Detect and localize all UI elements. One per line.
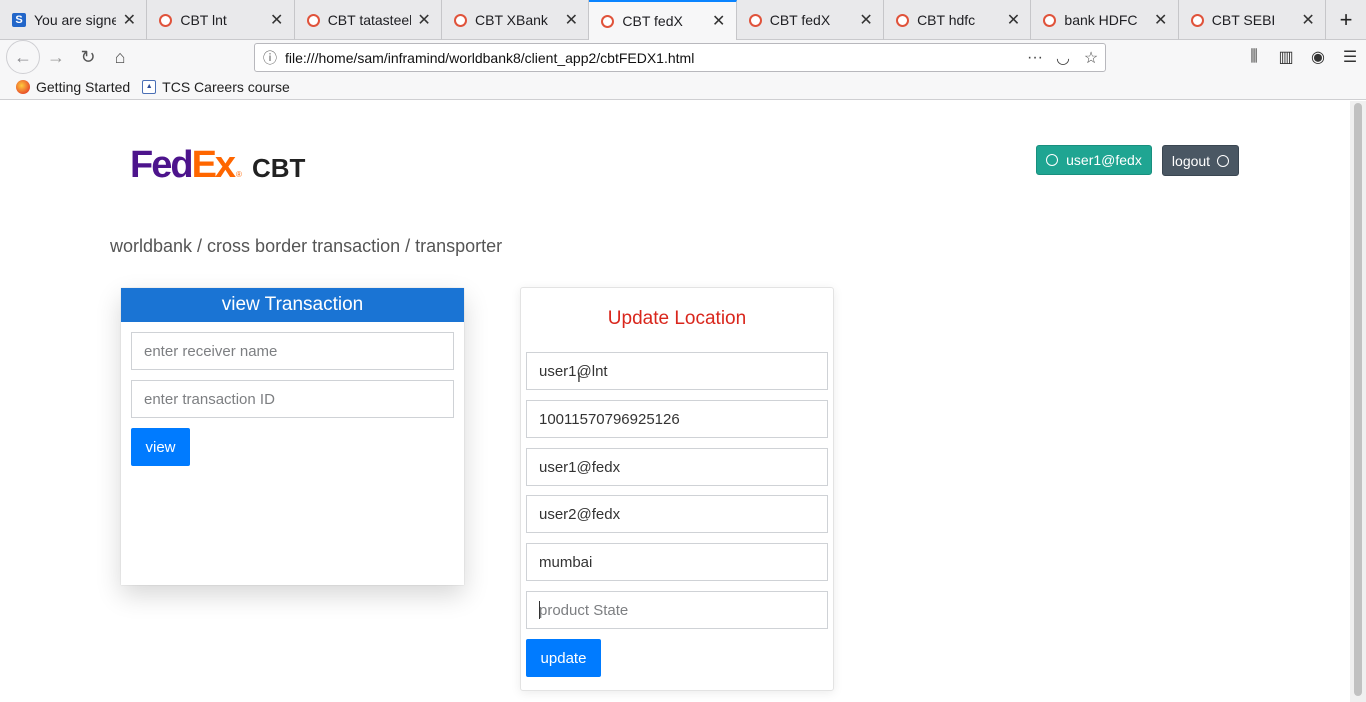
toolbar-right: ⫼ ▥ ◉ ☰ bbox=[1238, 40, 1366, 74]
tab-cbt-lnt[interactable]: CBT lnt ✕ bbox=[147, 0, 295, 40]
red-ring-favicon-icon bbox=[454, 13, 468, 27]
close-icon[interactable]: ✕ bbox=[268, 10, 286, 30]
pocket-icon[interactable]: ◡ bbox=[1049, 48, 1077, 68]
update-button[interactable]: update bbox=[526, 639, 601, 677]
logout-button[interactable]: logout bbox=[1162, 145, 1239, 176]
bookmark-label: TCS Careers course bbox=[162, 78, 290, 95]
tab-signed-in[interactable]: S You are signed ✕ bbox=[0, 0, 148, 40]
close-icon[interactable]: ✕ bbox=[1004, 10, 1022, 30]
tab-title: CBT lnt bbox=[180, 12, 227, 28]
scrollbar-thumb[interactable] bbox=[1354, 103, 1362, 696]
transaction-id-field[interactable]: 10011570796925126 bbox=[526, 400, 828, 438]
fedex-cbt-logo: Fed Ex ® CBT bbox=[130, 144, 305, 187]
logo-ex-text: Ex bbox=[191, 144, 237, 186]
user-circle-icon bbox=[1046, 154, 1059, 166]
close-icon[interactable]: ✕ bbox=[120, 10, 138, 30]
from-user-input[interactable]: user1@fedx bbox=[526, 448, 828, 486]
url-text[interactable]: file:///home/sam/inframind/worldbank8/cl… bbox=[285, 50, 1021, 66]
red-ring-favicon-icon bbox=[896, 13, 910, 27]
tab-bank-hdfc[interactable]: bank HDFC ✕ bbox=[1031, 0, 1179, 40]
home-icon[interactable]: ⌂ bbox=[104, 41, 136, 73]
tab-title: CBT XBank bbox=[475, 12, 548, 28]
tab-title: CBT hdfc bbox=[917, 12, 976, 28]
menu-hamburger-icon[interactable]: ☰ bbox=[1334, 47, 1366, 67]
close-icon[interactable]: ✕ bbox=[1152, 10, 1170, 30]
star-bookmark-icon[interactable]: ☆ bbox=[1077, 48, 1105, 68]
user-label: user1@fedx bbox=[1066, 152, 1142, 168]
forward-arrow-icon[interactable]: → bbox=[40, 41, 72, 73]
sidebar-icon[interactable]: ▥ bbox=[1270, 47, 1302, 67]
logo-registered-mark: ® bbox=[236, 170, 242, 179]
red-ring-favicon-icon bbox=[306, 13, 320, 27]
back-arrow-icon[interactable]: ← bbox=[6, 40, 40, 74]
update-location-title: Update Location bbox=[607, 308, 747, 329]
bookmark-getting-started[interactable]: Getting Started bbox=[16, 79, 130, 95]
text-cursor-icon: I bbox=[577, 369, 581, 385]
red-ring-favicon-icon bbox=[1190, 13, 1204, 27]
logout-circle-icon bbox=[1217, 154, 1230, 167]
tab-cbt-xbank[interactable]: CBT XBank ✕ bbox=[442, 0, 590, 40]
red-ring-favicon-icon bbox=[159, 13, 173, 27]
sender-input[interactable]: user1@lnt bbox=[526, 352, 828, 390]
logo-fed-text: Fed bbox=[130, 144, 194, 186]
to-user-input[interactable]: user2@fedx bbox=[526, 495, 828, 533]
transaction-id-input[interactable]: enter transaction ID bbox=[131, 380, 454, 418]
view-transaction-card: view Transaction enter receiver name ent… bbox=[121, 288, 464, 585]
red-ring-favicon-icon bbox=[1043, 13, 1057, 27]
logo-cbt-text: CBT bbox=[251, 153, 306, 183]
reload-icon[interactable]: ↻ bbox=[72, 41, 104, 73]
tab-title: CBT tatasteel bbox=[327, 12, 412, 28]
info-icon[interactable]: ⓘ bbox=[255, 48, 285, 68]
user-account-button[interactable]: user1@fedx bbox=[1036, 145, 1152, 175]
tab-cbt-sebi[interactable]: CBT SEBI ✕ bbox=[1179, 0, 1327, 40]
location-input[interactable]: mumbai bbox=[526, 543, 828, 581]
receiver-name-input[interactable]: enter receiver name bbox=[131, 332, 454, 370]
tab-cbt-fedx[interactable]: CBT fedX ✕ bbox=[737, 0, 885, 40]
navigation-toolbar: ← → ↻ ⌂ ⓘ file:///home/sam/inframind/wor… bbox=[0, 40, 1366, 74]
update-location-card: Update Location user1@lnt 10011570796925… bbox=[520, 287, 834, 691]
url-bar[interactable]: ⓘ file:///home/sam/inframind/worldbank8/… bbox=[254, 43, 1106, 72]
new-tab-plus-icon[interactable]: + bbox=[1326, 0, 1366, 40]
close-icon[interactable]: ✕ bbox=[562, 10, 580, 30]
tab-strip: S You are signed ✕ CBT lnt ✕ CBT tataste… bbox=[0, 0, 1366, 40]
close-icon[interactable]: ✕ bbox=[415, 10, 433, 30]
view-button[interactable]: view bbox=[131, 428, 190, 466]
red-ring-favicon-icon bbox=[748, 13, 762, 27]
red-ring-favicon-icon bbox=[601, 14, 615, 28]
tab-cbt-hdfc[interactable]: CBT hdfc ✕ bbox=[884, 0, 1032, 40]
close-icon[interactable]: ✕ bbox=[857, 10, 875, 30]
tab-title: CBT fedX bbox=[769, 12, 831, 28]
text-caret bbox=[539, 601, 540, 619]
page-content: Fed Ex ® CBT user1@fedx logout worldbank /… bbox=[4, 101, 1350, 702]
tab-cbt-tatasteel[interactable]: CBT tatasteel ✕ bbox=[295, 0, 443, 40]
library-icon[interactable]: ⫼ bbox=[1238, 48, 1270, 66]
tcs-icon: ▲ bbox=[142, 79, 157, 94]
tab-title: You are signed bbox=[34, 12, 116, 28]
close-icon[interactable]: ✕ bbox=[1299, 10, 1317, 30]
tab-title: CBT fedX bbox=[622, 13, 683, 29]
tab-title: bank HDFC bbox=[1064, 12, 1138, 28]
view-transaction-title: view Transaction bbox=[121, 288, 464, 322]
page-actions-icon[interactable]: ··· bbox=[1021, 49, 1049, 67]
bookmarks-toolbar: Getting Started ▲ TCS Careers course bbox=[0, 74, 1366, 100]
close-icon[interactable]: ✕ bbox=[710, 11, 728, 31]
logout-label: logout bbox=[1171, 152, 1211, 169]
bookmark-label: Getting Started bbox=[36, 78, 131, 95]
firefox-icon bbox=[16, 79, 30, 94]
page-scrollbar[interactable] bbox=[1350, 101, 1366, 702]
s-favicon-icon: S bbox=[12, 13, 26, 27]
tab-cbt-fedx-active[interactable]: CBT fedX ✕ bbox=[589, 0, 737, 40]
tab-title: CBT SEBI bbox=[1211, 12, 1276, 28]
breadcrumb: worldbank / cross border transaction / t… bbox=[110, 236, 503, 256]
account-icon[interactable]: ◉ bbox=[1302, 47, 1334, 67]
bookmark-tcs-careers[interactable]: ▲ TCS Careers course bbox=[142, 79, 290, 95]
product-state-input[interactable]: product State bbox=[526, 591, 828, 629]
